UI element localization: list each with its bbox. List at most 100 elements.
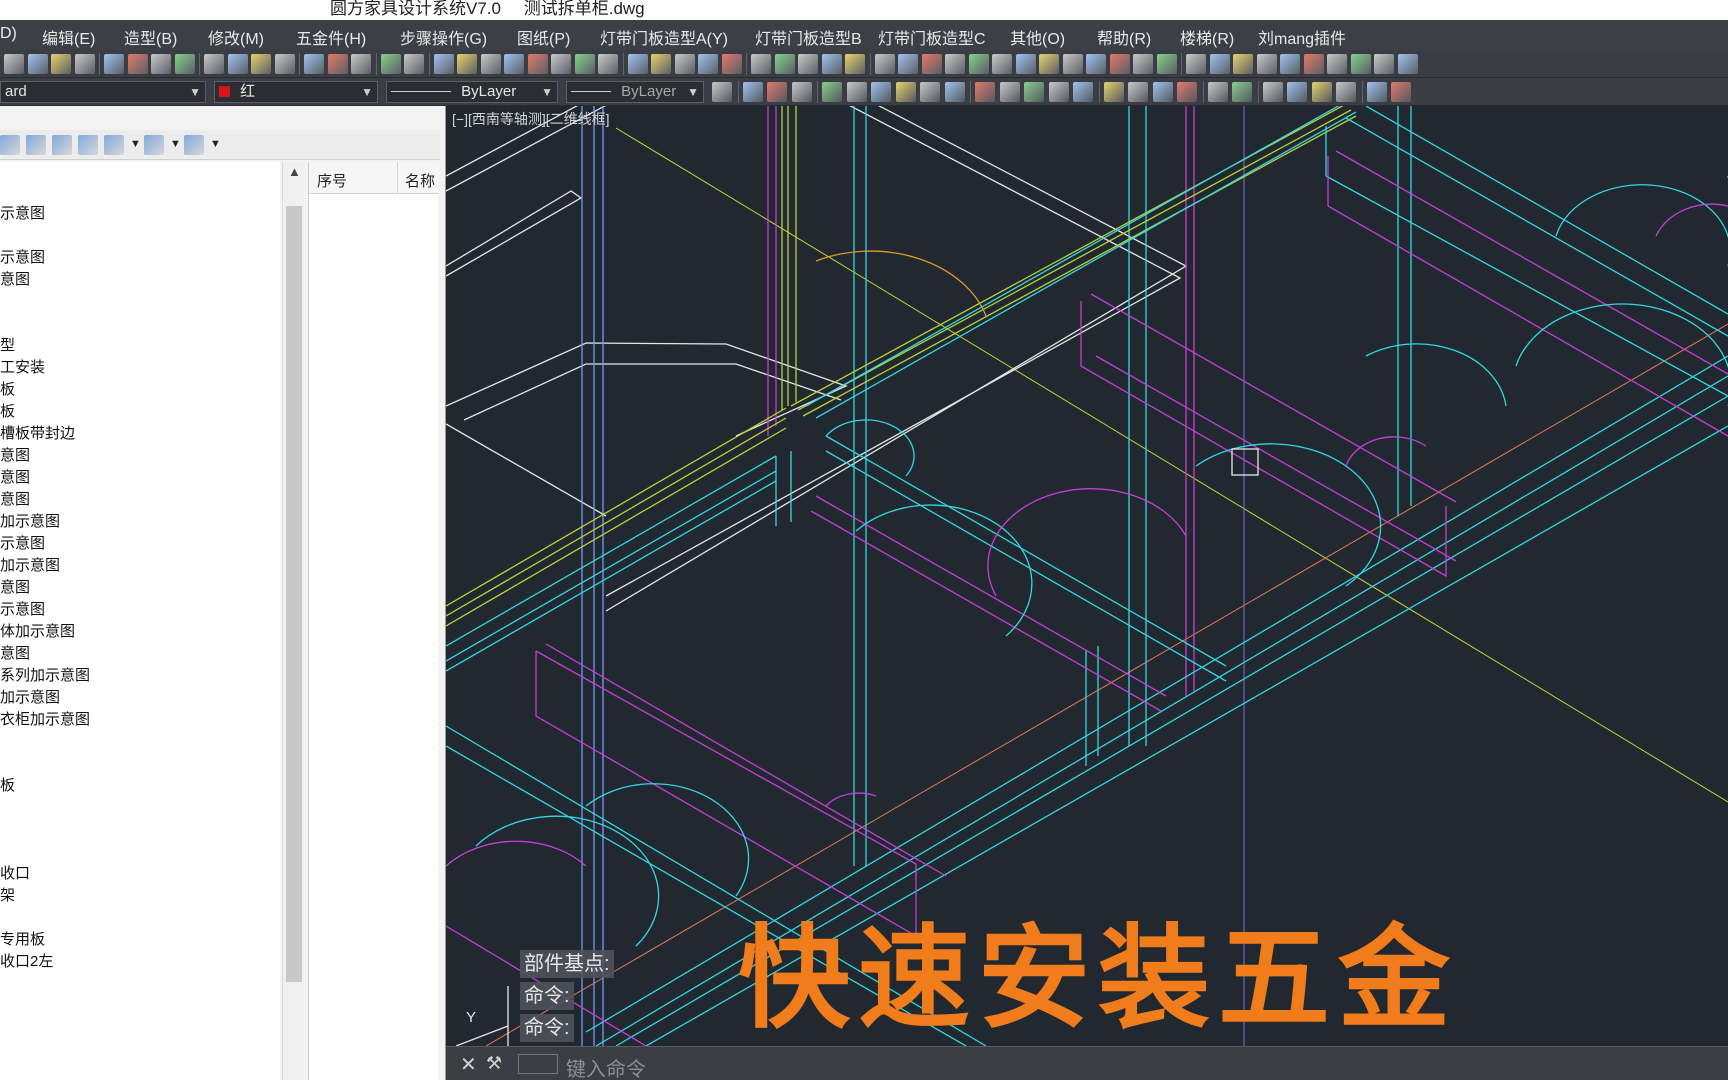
- match-icon[interactable]: [351, 54, 371, 74]
- tool-icon[interactable]: [1397, 54, 1418, 74]
- linetype-dropdown[interactable]: ByLayer ▼: [386, 81, 558, 103]
- tool-icon[interactable]: [798, 54, 818, 74]
- recent-commands-icon[interactable]: [518, 1054, 558, 1074]
- dimension-tool-icon[interactable]: [1287, 82, 1307, 102]
- settings-icon[interactable]: [104, 135, 124, 155]
- menu-item[interactable]: 编辑(E): [42, 25, 95, 49]
- tool-icon[interactable]: [504, 54, 524, 74]
- dimension-tool-icon[interactable]: [999, 82, 1020, 102]
- tree-item[interactable]: 系列加示意图: [0, 664, 90, 685]
- tree-item[interactable]: 型: [0, 334, 15, 355]
- menu-item[interactable]: 五金件(H): [296, 25, 366, 49]
- tree-item[interactable]: 示意图: [0, 202, 45, 223]
- color-dropdown[interactable]: 红 ▼: [214, 81, 378, 103]
- dimension-tool-icon[interactable]: [846, 82, 867, 102]
- style-dropdown[interactable]: ard ▼: [0, 81, 206, 103]
- menu-item[interactable]: D): [0, 25, 17, 43]
- scrollbar-thumb[interactable]: [286, 206, 302, 982]
- tool-icon[interactable]: [821, 54, 842, 74]
- tool-icon[interactable]: [480, 54, 501, 74]
- dimension-tool-icon[interactable]: [1232, 82, 1252, 102]
- lineweight-dropdown[interactable]: ByLayer ▼: [566, 81, 704, 103]
- tool-icon[interactable]: [1256, 54, 1277, 74]
- dimension-tool-icon[interactable]: [712, 82, 732, 102]
- dimension-tool-icon[interactable]: [1073, 82, 1093, 102]
- menu-item[interactable]: 图纸(P): [517, 25, 570, 49]
- tool-icon[interactable]: [751, 54, 771, 74]
- tool-icon[interactable]: [1133, 54, 1153, 74]
- tool-icon[interactable]: [1109, 54, 1130, 74]
- scroll-up-icon[interactable]: ▲: [288, 164, 301, 179]
- dimension-tool-icon[interactable]: [1207, 82, 1228, 102]
- dimension-tool-icon[interactable]: [944, 82, 965, 102]
- tool-icon[interactable]: [921, 54, 942, 74]
- tree-item[interactable]: 意图: [0, 576, 30, 597]
- layer-icon[interactable]: [274, 54, 295, 74]
- dimension-tool-icon[interactable]: [1311, 82, 1332, 102]
- tree-item[interactable]: 加示意图: [0, 554, 60, 575]
- tool-icon[interactable]: [674, 54, 695, 74]
- tree-item[interactable]: 板: [0, 400, 15, 421]
- tool-icon[interactable]: [898, 54, 918, 74]
- zoom-extents-icon[interactable]: [227, 54, 248, 74]
- tree-item[interactable]: 意图: [0, 466, 30, 487]
- tree-item[interactable]: 板: [0, 774, 15, 795]
- dimension-tool-icon[interactable]: [895, 82, 916, 102]
- tool-icon[interactable]: [1186, 54, 1206, 74]
- tool-icon[interactable]: [992, 54, 1012, 74]
- menu-item[interactable]: 修改(M): [208, 25, 264, 49]
- tool-icon[interactable]: [404, 54, 424, 74]
- tool-icon[interactable]: [551, 54, 571, 74]
- tree-item[interactable]: 板: [0, 378, 15, 399]
- tree-item[interactable]: 收口2左: [0, 950, 53, 971]
- zoom-window-icon[interactable]: [204, 54, 224, 74]
- menu-item[interactable]: 灯带门板造型B: [755, 25, 862, 49]
- tool-icon[interactable]: [1280, 54, 1300, 74]
- dimension-tool-icon[interactable]: [1262, 82, 1283, 102]
- menu-item[interactable]: 造型(B): [124, 25, 177, 49]
- tool-icon[interactable]: [845, 54, 865, 74]
- tree-item[interactable]: 收口: [0, 862, 30, 883]
- dimension-tool-icon[interactable]: [1177, 82, 1197, 102]
- tool-icon[interactable]: [380, 54, 401, 74]
- tool-icon[interactable]: [1209, 54, 1230, 74]
- undo-icon[interactable]: [104, 54, 124, 74]
- tree-item[interactable]: 槽板带封边: [0, 422, 75, 443]
- redo-icon[interactable]: [127, 54, 148, 74]
- close-icon[interactable]: ✕: [460, 1052, 477, 1077]
- menu-item[interactable]: 其他(O): [1010, 25, 1065, 49]
- tool-icon[interactable]: [1350, 54, 1371, 74]
- dimension-tool-icon[interactable]: [1391, 82, 1411, 102]
- tool-icon[interactable]: [433, 54, 454, 74]
- tree-item[interactable]: 加示意图: [0, 686, 60, 707]
- save-icon[interactable]: [26, 135, 46, 155]
- tree-item[interactable]: 意图: [0, 488, 30, 509]
- tool-icon[interactable]: [598, 54, 618, 74]
- tree-item[interactable]: 体加示意图: [0, 620, 75, 641]
- dimension-tool-icon[interactable]: [791, 82, 812, 102]
- refresh-icon[interactable]: [78, 135, 98, 155]
- dimension-tool-icon[interactable]: [822, 82, 842, 102]
- viewport-controls-label[interactable]: [−][西南等轴测][二维线框]: [452, 109, 610, 129]
- properties-icon[interactable]: [251, 54, 271, 74]
- chevron-down-icon[interactable]: ▼: [130, 138, 141, 158]
- tree-item[interactable]: 意图: [0, 444, 30, 465]
- tree-item[interactable]: 示意图: [0, 532, 45, 553]
- tool-icon[interactable]: [1086, 54, 1106, 74]
- menu-item[interactable]: 刘mang插件: [1258, 25, 1346, 49]
- save-icon[interactable]: [74, 54, 95, 74]
- component-tree[interactable]: 示意图 示意图 意图型工安装板板槽板带封边 意图 意图 意图 加示意图 示意图 加示意图 意图 示意…: [0, 162, 280, 1080]
- column-header-seq[interactable]: 序号: [317, 170, 347, 191]
- dimension-tool-icon[interactable]: [1048, 82, 1069, 102]
- chevron-down-icon[interactable]: ▼: [170, 138, 181, 158]
- tree-item[interactable]: 示意图: [0, 598, 45, 619]
- tree-item[interactable]: 架: [0, 884, 15, 905]
- dimension-tool-icon[interactable]: [975, 82, 995, 102]
- pan-icon[interactable]: [151, 54, 171, 74]
- dimension-tool-icon[interactable]: [742, 82, 763, 102]
- tree-scrollbar[interactable]: ▲: [282, 162, 304, 1080]
- new-file-icon[interactable]: [4, 54, 24, 74]
- tree-view-icon[interactable]: [0, 135, 20, 155]
- tool-icon[interactable]: [698, 54, 718, 74]
- dimension-tool-icon[interactable]: [920, 82, 940, 102]
